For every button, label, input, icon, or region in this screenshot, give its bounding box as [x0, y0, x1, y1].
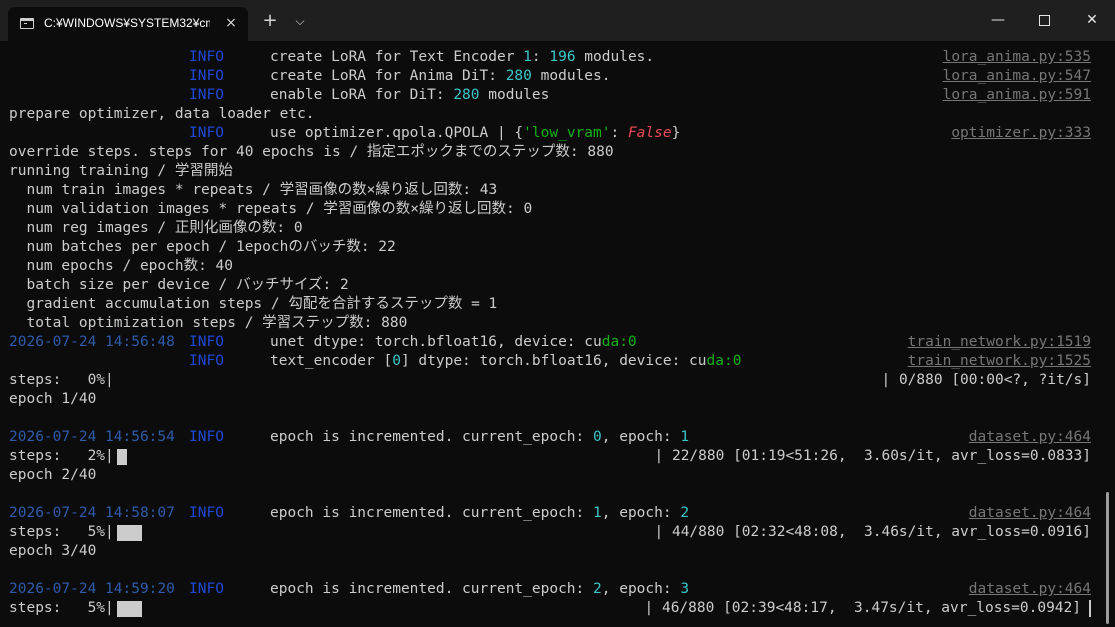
progress-label: steps: 2%| [9, 448, 114, 464]
maximize-icon [1038, 14, 1050, 26]
output-line: num validation images * repeats / 学習画像の数… [9, 201, 533, 217]
log-source: train_network.py:1519 [907, 334, 1091, 350]
progress-line: steps: 5%| | 46/880 [02:39<48:17, 3.47s/… [9, 599, 1099, 618]
log-message: use optimizer.qpola.QPOLA | {'low_vram':… [270, 125, 681, 141]
progress-stats: | 22/880 [01:19<51:26, 3.60s/it, avr_los… [654, 448, 1092, 464]
progress-stats: | 46/880 [02:39<48:17, 3.47s/it, avr_los… [644, 600, 1082, 616]
console-output[interactable]: INFO create LoRA for Text Encoder 1: 196… [9, 48, 1099, 623]
progress-stats: | 0/880 [00:00<?, ?it/s] [881, 372, 1091, 388]
output-line: num batches per epoch / 1epochのバッチ数: 22 [9, 239, 396, 255]
log-line: 2026-07-24 14:56:54 INFO epoch is increm… [9, 428, 1099, 447]
tab-close-button[interactable]: × [221, 13, 241, 33]
log-source: optimizer.py:333 [951, 125, 1091, 141]
log-message: text_encoder [0] dtype: torch.bfloat16, … [270, 353, 742, 369]
progress-bar [117, 449, 127, 465]
new-tab-button[interactable]: + [259, 10, 281, 32]
log-source: lora_anima.py:535 [942, 49, 1091, 65]
log-timestamp: 2026-07-24 14:59:20 [9, 581, 175, 597]
terminal-window: C:¥WINDOWS¥SYSTEM32¥cm × + ⌵ — ✕ INFO cr… [0, 0, 1115, 627]
progress-line: steps: 0%| | 0/880 [00:00<?, ?it/s] [9, 371, 1099, 390]
log-source: dataset.py:464 [968, 429, 1091, 445]
log-line: INFO create LoRA for Anima DiT: 280 modu… [9, 67, 1099, 86]
output-line: num reg images / 正則化画像の数: 0 [9, 220, 303, 236]
tab-title: C:¥WINDOWS¥SYSTEM32¥cm [44, 16, 210, 30]
log-line: INFO create LoRA for Text Encoder 1: 196… [9, 48, 1099, 67]
log-level: INFO [189, 334, 224, 350]
log-source: dataset.py:464 [968, 581, 1091, 597]
log-message: enable LoRA for DiT: 280 modules [270, 87, 550, 103]
progress-label: steps: 0%| [9, 372, 114, 388]
progress-label: steps: 5%| [9, 524, 114, 540]
log-line: 2026-07-24 14:59:20 INFO epoch is increm… [9, 580, 1099, 599]
title-bar: C:¥WINDOWS¥SYSTEM32¥cm × + ⌵ — ✕ [0, 0, 1115, 41]
log-source: train_network.py:1525 [907, 353, 1091, 369]
log-level: INFO [189, 505, 224, 521]
log-message: epoch is incremented. current_epoch: 2, … [270, 581, 690, 597]
log-message: create LoRA for Text Encoder 1: 196 modu… [270, 49, 655, 65]
progress-line: steps: 5%| | 44/880 [02:32<48:08, 3.46s/… [9, 523, 1099, 542]
progress-stats: | 44/880 [02:32<48:08, 3.46s/it, avr_los… [654, 524, 1092, 540]
log-message: unet dtype: torch.bfloat16, device: cuda… [270, 334, 637, 350]
output-line: epoch 2/40 [9, 467, 97, 483]
log-message: create LoRA for Anima DiT: 280 modules. [270, 68, 611, 84]
output-line: epoch 1/40 [9, 391, 97, 407]
log-level: INFO [189, 68, 224, 84]
progress-label: steps: 5%| [9, 600, 114, 616]
chevron-down-icon[interactable]: ⌵ [289, 10, 311, 32]
log-source: lora_anima.py:547 [942, 68, 1091, 84]
log-message: epoch is incremented. current_epoch: 1, … [270, 505, 690, 521]
log-source: lora_anima.py:591 [942, 87, 1091, 103]
log-level: INFO [189, 353, 224, 369]
output-line: batch size per device / バッチサイズ: 2 [9, 277, 349, 293]
output-line: num train images * repeats / 学習画像の数×繰り返し… [9, 182, 498, 198]
output-line: running training / 学習開始 [9, 163, 233, 179]
log-line: INFO use optimizer.qpola.QPOLA | {'low_v… [9, 124, 1099, 143]
progress-bar [117, 601, 142, 617]
log-timestamp: 2026-07-24 14:56:54 [9, 429, 175, 445]
text-cursor [1089, 600, 1091, 617]
log-line: INFO enable LoRA for DiT: 280 modules lo… [9, 86, 1099, 105]
output-line: epoch 3/40 [9, 543, 97, 559]
log-line: 2026-07-24 14:58:07 INFO epoch is increm… [9, 504, 1099, 523]
progress-bar [117, 525, 142, 541]
log-source: dataset.py:464 [968, 505, 1091, 521]
output-line: num epochs / epoch数: 40 [9, 258, 234, 274]
log-timestamp: 2026-07-24 14:58:07 [9, 505, 175, 521]
log-level: INFO [189, 87, 224, 103]
output-line: total optimization steps / 学習ステップ数: 880 [9, 315, 408, 331]
tab-cmd[interactable]: C:¥WINDOWS¥SYSTEM32¥cm × [8, 7, 248, 41]
output-line: prepare optimizer, data loader etc. [9, 106, 315, 122]
log-line: 2026-07-24 14:56:48 INFO unet dtype: tor… [9, 333, 1099, 352]
log-level: INFO [189, 581, 224, 597]
maximize-button[interactable] [1021, 0, 1067, 41]
log-message: epoch is incremented. current_epoch: 0, … [270, 429, 690, 445]
log-line: INFO text_encoder [0] dtype: torch.bfloa… [9, 352, 1099, 371]
log-level: INFO [189, 429, 224, 445]
console-icon [20, 18, 34, 29]
output-line: gradient accumulation steps / 勾配を合計するステッ… [9, 296, 498, 312]
output-line: override steps. steps for 40 epochs is /… [9, 144, 614, 160]
scrollbar[interactable] [1106, 492, 1109, 624]
log-level: INFO [189, 125, 224, 141]
progress-line: steps: 2%| | 22/880 [01:19<51:26, 3.60s/… [9, 447, 1099, 466]
minimize-button[interactable]: — [975, 0, 1021, 41]
log-level: INFO [189, 49, 224, 65]
log-timestamp: 2026-07-24 14:56:48 [9, 334, 175, 350]
close-window-button[interactable]: ✕ [1069, 0, 1115, 41]
